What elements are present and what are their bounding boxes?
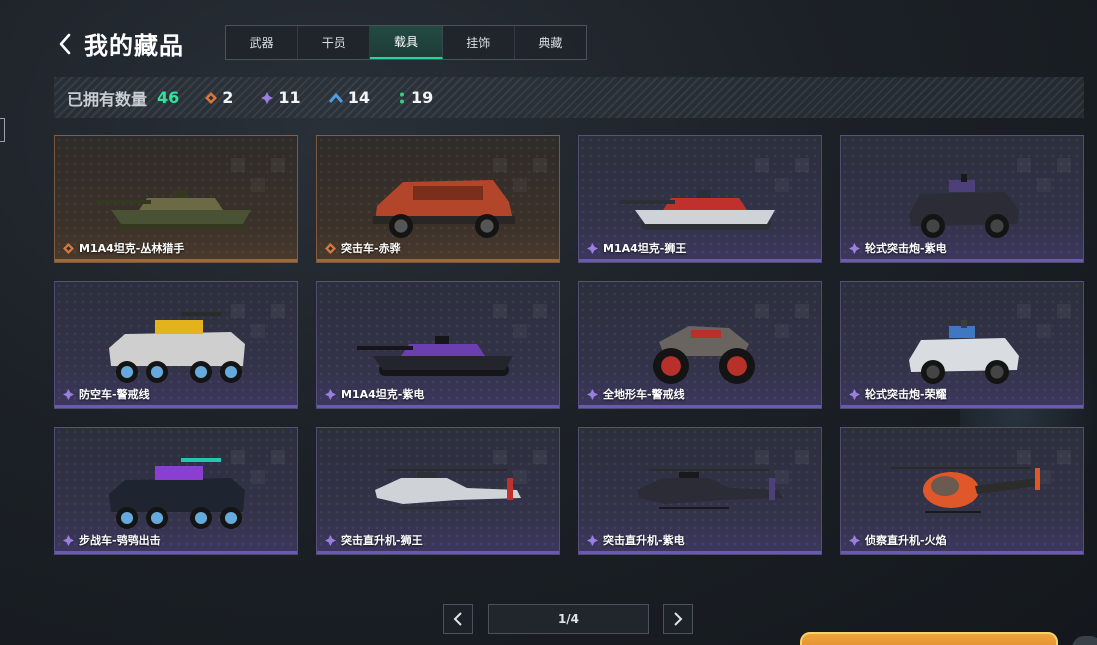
vehicle-name: 轮式突击炮-紫电 [865, 242, 947, 255]
vehicle-card[interactable]: 轮式突击炮-荣耀 [840, 281, 1084, 409]
purple-diamond-icon [849, 534, 860, 546]
vehicle-grid: M1A4坦克-丛林猎手 突击车-赤骅 M1A4坦克-狮王 轮式突击炮-紫电 防空… [54, 135, 1084, 555]
vehicle-card[interactable]: M1A4坦克-紫电 [316, 281, 560, 409]
gold-diamond-icon [205, 91, 218, 104]
vehicle-card[interactable]: 侦察直升机-火焰 [840, 427, 1084, 555]
vehicle-name-row: 轮式突击炮-荣耀 [849, 386, 947, 402]
vehicle-card[interactable]: 突击直升机-狮王 [316, 427, 560, 555]
purple-diamond-icon [587, 242, 598, 254]
rarity-count-blue: 14 [328, 88, 370, 107]
blue-chevron-icon [328, 92, 343, 103]
vehicle-name: 轮式突击炮-荣耀 [865, 388, 947, 401]
rarity-count-value: 14 [347, 88, 370, 107]
rarity-count-value: 19 [410, 88, 434, 107]
rarity-count-value: 11 [278, 88, 301, 107]
vehicle-name: 突击直升机-狮王 [341, 534, 423, 547]
chevron-left-icon [453, 612, 462, 626]
purple-diamond-icon [261, 91, 274, 104]
vehicle-name-row: 防空车-警戒线 [63, 386, 150, 402]
vehicle-name-row: 突击直升机-狮王 [325, 532, 423, 548]
vehicle-name: M1A4坦克-丛林猎手 [79, 242, 185, 255]
owned-count-label: 已拥有数量 [67, 89, 148, 109]
tab-charms[interactable]: 挂饰 [443, 26, 515, 59]
vehicle-name-row: 突击直升机-紫电 [587, 532, 685, 548]
green-dots-icon [399, 92, 404, 103]
side-panel-handle[interactable] [0, 118, 5, 142]
tab-label: 典藏 [538, 36, 563, 50]
tab-label: 挂饰 [466, 36, 491, 50]
vehicle-card[interactable]: 步战车-鸮鸮出击 [54, 427, 298, 555]
category-tabs: 武器 干员 载具 挂饰 典藏 [225, 25, 587, 60]
vehicle-name: 突击直升机-紫电 [603, 534, 685, 547]
vehicle-name: 全地形车-警戒线 [603, 388, 685, 401]
purple-diamond-icon [849, 388, 860, 400]
purple-diamond-icon [849, 242, 860, 254]
vehicle-card[interactable]: 防空车-警戒线 [54, 281, 298, 409]
vehicle-name-row: M1A4坦克-狮王 [587, 240, 686, 256]
prev-page-button[interactable] [443, 604, 473, 634]
chevron-left-icon [59, 33, 71, 55]
vehicle-name-row: 轮式突击炮-紫电 [849, 240, 947, 256]
ownership-summary: 已拥有数量 46 2 11 14 19 [54, 77, 1084, 118]
rarity-count-gold: 2 [205, 88, 233, 107]
page-indicator: 1/4 [488, 604, 649, 634]
vehicle-name-row: 步战车-鸮鸮出击 [63, 532, 161, 548]
rarity-count-green: 19 [398, 88, 433, 107]
vehicle-card[interactable]: M1A4坦克-丛林猎手 [54, 135, 298, 263]
purple-diamond-icon [325, 534, 336, 546]
vehicle-name-row: 突击车-赤骅 [325, 240, 401, 256]
vehicle-card[interactable]: 全地形车-警戒线 [578, 281, 822, 409]
vehicle-name-row: M1A4坦克-紫电 [325, 386, 424, 402]
vehicle-card[interactable]: 突击直升机-紫电 [578, 427, 822, 555]
vehicle-card[interactable]: M1A4坦克-狮王 [578, 135, 822, 263]
tab-vehicles[interactable]: 载具 [370, 26, 443, 59]
vehicle-name: 突击车-赤骅 [341, 242, 401, 255]
purple-diamond-icon [63, 388, 74, 400]
purple-diamond-icon [587, 534, 598, 546]
purple-diamond-icon [63, 534, 74, 546]
corner-button[interactable] [1072, 636, 1097, 645]
owned-count-total: 46 [157, 88, 180, 107]
tab-label: 干员 [321, 36, 346, 50]
next-page-button[interactable] [663, 604, 693, 634]
vehicle-name: M1A4坦克-狮王 [603, 242, 687, 255]
back-button[interactable] [54, 30, 76, 58]
vehicle-card[interactable]: 突击车-赤骅 [316, 135, 560, 263]
tab-weapons[interactable]: 武器 [226, 26, 299, 59]
vehicle-name: M1A4坦克-紫电 [341, 388, 425, 401]
vehicle-name-row: 全地形车-警戒线 [587, 386, 685, 402]
tab-label: 载具 [394, 35, 419, 49]
rarity-count-purple: 11 [261, 88, 301, 107]
vehicle-name-row: 侦察直升机-火焰 [849, 532, 947, 548]
purple-diamond-icon [325, 388, 336, 400]
vehicle-name-row: M1A4坦克-丛林猎手 [63, 240, 184, 256]
vehicle-name: 防空车-警戒线 [79, 388, 150, 401]
purple-diamond-icon [587, 388, 598, 400]
chevron-right-icon [674, 612, 683, 626]
tab-label: 武器 [249, 36, 274, 50]
tab-collection[interactable]: 典藏 [515, 26, 586, 59]
gold-diamond-icon [63, 242, 74, 254]
vehicle-name: 步战车-鸮鸮出击 [79, 534, 161, 547]
page-title: 我的藏品 [84, 32, 184, 60]
tab-operators[interactable]: 干员 [298, 26, 371, 59]
gold-diamond-icon [325, 242, 336, 254]
vehicle-name: 侦察直升机-火焰 [865, 534, 947, 547]
action-button[interactable] [800, 632, 1058, 645]
rarity-count-value: 2 [222, 88, 234, 107]
vehicle-card[interactable]: 轮式突击炮-紫电 [840, 135, 1084, 263]
